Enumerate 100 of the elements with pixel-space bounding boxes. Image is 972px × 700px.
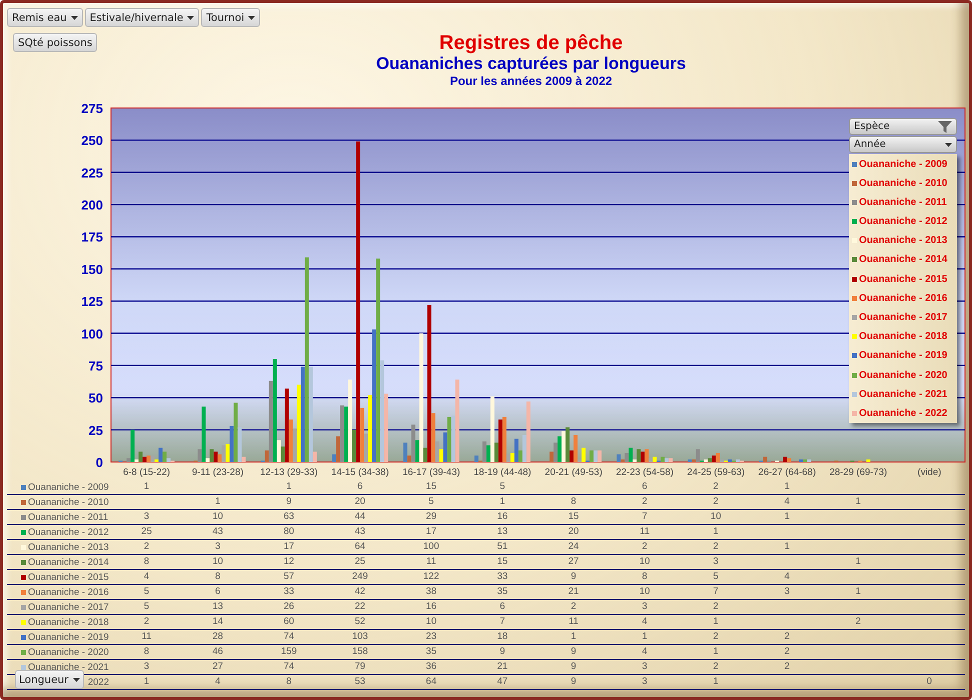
legend-label: Ouananiche - 2012: [859, 216, 948, 228]
category-label: 9-11 (23-28): [192, 467, 244, 478]
legend-label: Ouananiche - 2022: [859, 408, 948, 419]
table-cell: 29: [396, 510, 467, 525]
table-cell: 13: [466, 525, 538, 540]
table-cell: 8: [609, 570, 680, 585]
table-cell: 3: [609, 600, 680, 615]
table-cell: 33: [253, 585, 324, 600]
table-cell: 5: [111, 585, 182, 600]
table-cell: 15: [538, 510, 610, 525]
table-cell: 16: [396, 600, 467, 615]
category-label: 16-17 (39-43): [402, 467, 460, 478]
row-label: Ouananiche - 2013: [28, 542, 109, 552]
legend-label: Ouananiche - 2020: [859, 370, 948, 381]
table-cell: 18: [466, 630, 538, 645]
table-cell: 2: [111, 540, 182, 555]
row-label: Ouananiche - 2010: [28, 496, 109, 508]
table-cell: 10: [396, 615, 467, 630]
legend-label: Ouananiche - 2016: [859, 292, 948, 304]
table-cell: 1: [680, 525, 752, 540]
table-cell: 9: [466, 645, 538, 660]
row-field-button[interactable]: Longueur: [15, 670, 84, 689]
table-cell: 1: [751, 480, 823, 495]
category-label: 22-23 (54-58): [616, 467, 674, 478]
table-cell: 60: [253, 615, 324, 630]
category-label: 28-29 (69-73): [829, 467, 888, 478]
axis-label: 75: [88, 358, 103, 374]
table-cell: 2: [538, 600, 610, 615]
table-cell: 17: [253, 540, 324, 555]
legend-label: Ouananiche - 2015: [859, 274, 948, 285]
row-label: Ouananiche - 2012: [28, 526, 109, 538]
table-cell: 1: [609, 630, 680, 645]
row-label: Ouananiche - 2016: [28, 586, 109, 598]
table-cell: 10: [182, 555, 254, 570]
value-field-button[interactable]: SQté poissons: [13, 33, 98, 52]
category-label: 24-25 (59-63): [687, 467, 745, 478]
table-cell: 11: [538, 615, 610, 630]
table-cell: 4: [751, 570, 823, 585]
axis-label: 50: [88, 390, 103, 406]
table-cell: 3: [609, 675, 680, 690]
table-cell: 6: [466, 600, 538, 615]
table-cell: 36: [396, 660, 467, 675]
table-cell: 12: [253, 555, 324, 570]
filter-dropdown[interactable]: Remis eau: [7, 8, 83, 27]
table-cell: 1: [538, 630, 610, 645]
table-cell: 3: [111, 510, 182, 525]
filter-icon: [938, 120, 952, 132]
table-cell: 44: [324, 510, 396, 525]
table-cell: 2: [751, 645, 823, 660]
caret-icon: [945, 142, 952, 146]
table-cell: 6: [609, 480, 680, 495]
table-cell: 1: [751, 540, 823, 555]
filter-dropdown[interactable]: Tournoi: [201, 8, 260, 27]
table-cell: 2: [111, 615, 182, 630]
legend-label: Ouananiche - 2013: [859, 235, 948, 246]
table-cell: 3: [751, 585, 823, 600]
table-cell: 2: [609, 495, 680, 510]
table-cell: 52: [324, 615, 396, 630]
table-cell: 1: [111, 675, 182, 690]
table-cell: 11: [609, 525, 680, 540]
table-cell: 64: [324, 540, 396, 555]
table-cell: 11: [396, 555, 467, 570]
table-cell: 43: [182, 525, 254, 540]
table-cell: 46: [182, 645, 254, 660]
table-cell: 1: [253, 480, 324, 495]
table-cell: 3: [111, 660, 182, 675]
row-label: Ouananiche - 2017: [28, 602, 109, 612]
year-filter-button[interactable]: Année: [849, 136, 957, 153]
species-filter-button[interactable]: Espèce: [849, 118, 957, 135]
table-cell: 8: [111, 645, 182, 660]
table-cell: 2: [680, 660, 752, 675]
table-cell: 249: [324, 570, 396, 585]
table-cell: 122: [396, 570, 467, 585]
table-cell: 5: [396, 495, 467, 510]
table-cell: 23: [396, 630, 467, 645]
table-cell: 2: [751, 630, 823, 645]
category-label: 6-8 (15-22): [123, 467, 170, 478]
table-cell: 20: [538, 525, 610, 540]
filter-dropdown[interactable]: Estivale/hivernale: [84, 8, 200, 27]
table-cell: 10: [609, 555, 680, 570]
table-cell: 16: [466, 510, 538, 525]
table-cell: 25: [324, 555, 396, 570]
axis-label: 0: [96, 455, 103, 470]
chart-subtitle: Ouananiches capturées par longueurs: [376, 54, 686, 74]
table-cell: 4: [111, 570, 182, 585]
row-label: Ouananiche - 2018: [28, 616, 109, 628]
table-cell: 20: [324, 495, 396, 510]
chart-title: Registres de pêche: [439, 32, 623, 54]
legend-label: Ouananiche - 2019: [859, 350, 948, 362]
table-cell: 27: [538, 555, 610, 570]
table-cell: 13: [182, 600, 254, 615]
table-cell: 7: [680, 585, 752, 600]
table-cell: 8: [253, 675, 324, 690]
table-cell: 2: [751, 660, 823, 675]
table-cell: 15: [396, 480, 467, 495]
table-cell: 22: [324, 600, 396, 615]
category-label: 18-19 (44-48): [474, 467, 532, 478]
table-cell: 25: [111, 525, 182, 540]
table-cell: 74: [253, 630, 324, 645]
table-cell: 21: [466, 660, 538, 675]
